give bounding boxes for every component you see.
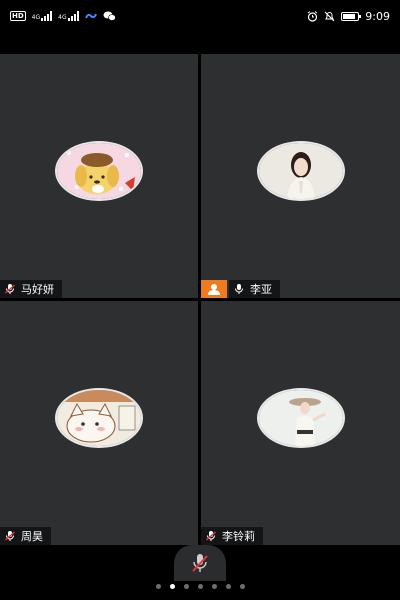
page-dot[interactable] xyxy=(183,584,189,589)
participant-name-tag: 周昊 xyxy=(0,527,51,545)
participant-name-tag: 李亚 xyxy=(229,280,280,298)
battery-icon xyxy=(341,11,362,21)
page-dot[interactable] xyxy=(225,584,231,589)
alarm-icon xyxy=(307,10,318,22)
page-dot[interactable] xyxy=(211,584,217,589)
participant-tile[interactable]: 李铃莉 xyxy=(201,301,400,545)
page-dot[interactable] xyxy=(169,584,175,589)
cartoon-cat-avatar xyxy=(55,388,143,448)
status-right: 9:09 xyxy=(307,10,390,23)
page-dot[interactable] xyxy=(197,584,203,589)
page-dot[interactable] xyxy=(239,584,245,589)
muted-mic-icon xyxy=(192,554,208,572)
participant-name: 李铃莉 xyxy=(222,530,255,543)
status-bar: HD 4G 4G 9:09 xyxy=(0,0,400,32)
page-dot[interactable] xyxy=(155,584,161,589)
pompompurin-avatar xyxy=(55,141,143,201)
bottom-bar xyxy=(0,545,400,600)
participant-name: 马好妍 xyxy=(21,283,54,296)
participant-tile[interactable]: 周昊 xyxy=(0,301,198,545)
hd-voice-badge: HD xyxy=(10,11,26,21)
network-type-1: 4G xyxy=(31,14,41,21)
muted-mic-icon xyxy=(5,531,15,541)
participant-name: 周昊 xyxy=(21,530,43,543)
participant-tile[interactable]: 李亚 xyxy=(201,54,400,298)
woman-portrait-avatar xyxy=(256,141,345,201)
page-indicator[interactable] xyxy=(0,584,400,592)
host-badge xyxy=(201,280,227,298)
mic-icon xyxy=(235,284,243,294)
signal-2: 4G xyxy=(58,11,79,21)
signal-1: 4G xyxy=(31,11,53,21)
participant-name: 李亚 xyxy=(250,283,272,296)
wechat-icon xyxy=(103,11,116,21)
participant-name-tag: 马好妍 xyxy=(0,280,62,298)
battery-level xyxy=(343,13,356,19)
status-time: 9:09 xyxy=(365,9,390,23)
muted-mic-icon xyxy=(5,284,15,294)
host-person-icon xyxy=(208,284,220,295)
app-notification-icon xyxy=(84,13,97,19)
muted-mic-icon xyxy=(206,531,216,541)
status-left: HD 4G 4G xyxy=(10,11,116,21)
mute-notifications-icon xyxy=(324,11,335,21)
mute-toggle-button[interactable] xyxy=(174,545,226,581)
woman-hat-avatar xyxy=(256,388,345,448)
participant-tile[interactable]: 马好妍 xyxy=(0,54,198,298)
network-type-2: 4G xyxy=(58,14,67,21)
signal-bars-1-icon xyxy=(41,11,53,21)
participant-grid: 马好妍 李亚 周昊 李铃莉 xyxy=(0,54,400,545)
signal-bars-2-icon xyxy=(67,11,79,21)
participant-name-tag: 李铃莉 xyxy=(201,527,263,545)
